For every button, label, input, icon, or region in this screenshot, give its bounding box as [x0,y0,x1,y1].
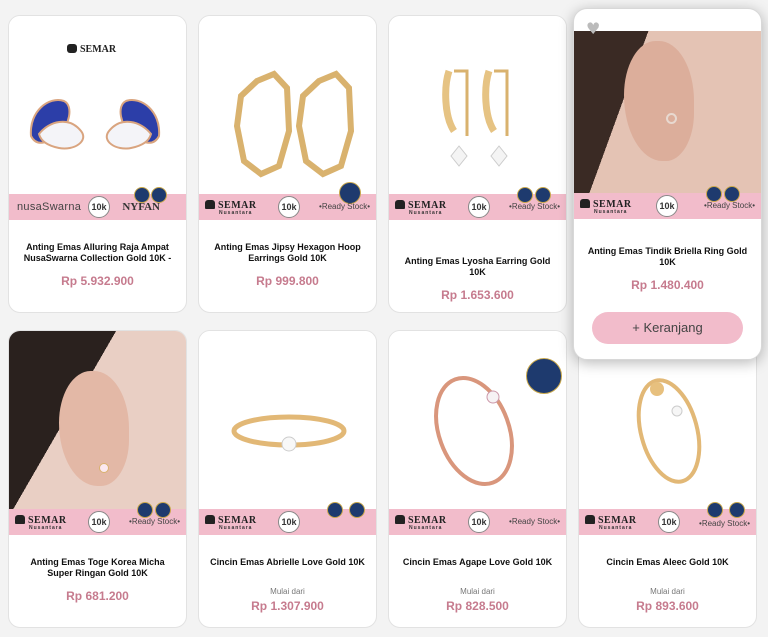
brand-choice-icon [724,186,740,202]
product-card[interactable]: SEMAR Nusantara 10k Cincin Emas Abrielle … [198,330,377,628]
karat-badge: 10k [278,511,300,533]
brand-choice-icon [134,187,150,203]
product-title[interactable]: Cincin Emas Aleec Gold 10K [587,557,748,568]
brand-logo: SEMAR Nusantara [395,515,447,531]
karat-badge: 10k [278,196,300,218]
ready-stock-label: •Ready Stock• [129,517,180,526]
product-card[interactable]: SEMAR Nusantara 10k •Ready Stock• Anting … [8,330,187,628]
brand-choice-icon [526,358,562,394]
karat-badge: 10k [468,196,490,218]
nusaswarna-logo: nusaSwarna [17,201,82,213]
favorite-heart-icon[interactable]: ♥ [586,19,600,38]
brand-choice-icon [517,187,533,203]
price-prefix: Mulai dari [650,587,685,596]
product-image[interactable] [199,16,376,194]
product-title[interactable]: Anting Emas Toge Korea Micha Super Ringa… [17,557,178,579]
brand-choice-icon [707,502,723,518]
ready-stock-label: •Ready Stock• [319,202,370,211]
brand-choice-icon [339,182,361,204]
brand-band: SEMAR Nusantara 10k •Ready Stock• [199,182,376,220]
brand-logo: SEMAR Nusantara [580,199,632,215]
product-image[interactable] [389,16,566,194]
brand-choice-icon [137,502,153,518]
price-prefix: Mulai dari [460,587,495,596]
stud-earring [666,113,677,124]
product-image[interactable] [389,331,566,509]
ring-illustration [231,414,347,452]
karat-badge: 10k [88,196,110,218]
drop-earrings-illustration [442,69,509,167]
product-title[interactable]: Cincin Emas Agape Love Gold 10K [397,557,558,568]
product-card[interactable]: SEMAR Nusantara 10k •Ready Stock• Anting … [198,15,377,313]
brand-logo: SEMAR Nusantara [585,515,637,531]
product-price: Rp 1.653.600 [441,288,514,302]
product-price: Rp 999.800 [256,274,319,288]
brand-choice-icon [729,502,745,518]
brand-choice-icon [155,502,171,518]
product-price: Rp 828.500 [446,599,509,613]
brand-choice-icon [706,186,722,202]
brand-band: SEMAR Nusantara 10k •Ready Stock• [389,187,566,220]
product-price: Rp 893.600 [636,599,699,613]
brand-choice-icon [327,502,343,518]
product-image[interactable]: SEMAR [9,16,186,194]
brand-band: SEMAR Nusantara 10k [199,502,376,535]
product-title[interactable]: Anting Emas Alluring Raja Ampat NusaSwar… [17,242,178,264]
product-image[interactable] [9,331,186,509]
ready-stock-label: •Ready Stock• [509,517,560,526]
brand-choice-icon [535,187,551,203]
ready-stock-label: •Ready Stock• [509,202,560,211]
brand-choice-icon [151,187,167,203]
product-price: Rp 5.932.900 [61,274,134,288]
brand-logo: SEMAR Nusantara [395,200,447,216]
ready-stock-label: •Ready Stock• [704,201,755,210]
product-card[interactable]: SEMAR Nusantara 10k •Ready Stock• Anting … [388,15,567,313]
product-card[interactable]: SEMAR Nusantara 10k •Ready Stock• Cincin … [388,330,567,628]
karat-badge: 10k [656,195,678,217]
karat-badge: 10k [88,511,110,533]
ready-stock-label: •Ready Stock• [699,519,750,528]
karat-badge: 10k [468,511,490,533]
product-card[interactable]: SEMAR Nusantara 10k •Ready Stock• Cincin … [578,330,757,628]
product-grid-page: { "brand": {"logo_text": "SEMAR", "logo_… [0,0,768,637]
product-price: Rp 1.480.400 [631,278,704,292]
product-title[interactable]: Anting Emas Jipsy Hexagon Hoop Earrings … [207,242,368,264]
earring-illustration [29,99,161,150]
product-image[interactable] [574,31,761,193]
product-card[interactable]: SEMAR nusaSwarna 10k NYFAN Anting Emas A… [8,15,187,313]
product-title[interactable]: Anting Emas Tindik Briella Ring Gold 10K [582,246,753,268]
price-prefix: Mulai dari [270,587,305,596]
stud-earring [99,463,109,473]
brand-logo: SEMAR Nusantara [205,200,257,216]
hoop-earrings-illustration [233,70,355,178]
brand-band: SEMAR Nusantara 10k •Ready Stock• [574,186,761,219]
product-title[interactable]: Cincin Emas Abrielle Love Gold 10K [207,557,368,568]
product-card-hovered[interactable]: ♥ SEMAR Nusantara 10k •Ready Stock• Antin… [573,8,762,360]
product-image[interactable] [199,331,376,509]
brand-logo: SEMAR Nusantara [205,515,257,531]
brand-choice-icon [349,502,365,518]
karat-badge: 10k [658,511,680,533]
product-price: Rp 681.200 [66,589,129,603]
product-price: Rp 1.307.900 [251,599,324,613]
brand-logo: SEMAR Nusantara [15,515,67,531]
brand-band: SEMAR Nusantara 10k •Ready Stock• [389,509,566,535]
brand-logo: SEMAR [67,44,116,55]
add-to-cart-button[interactable]: + Keranjang [592,312,743,344]
brand-band: SEMAR Nusantara 10k •Ready Stock• [9,502,186,535]
product-title[interactable]: Anting Emas Lyosha Earring Gold 10K [397,256,558,278]
brand-band: SEMAR Nusantara 10k •Ready Stock• [579,502,756,535]
brand-band: nusaSwarna 10k NYFAN [9,187,186,220]
